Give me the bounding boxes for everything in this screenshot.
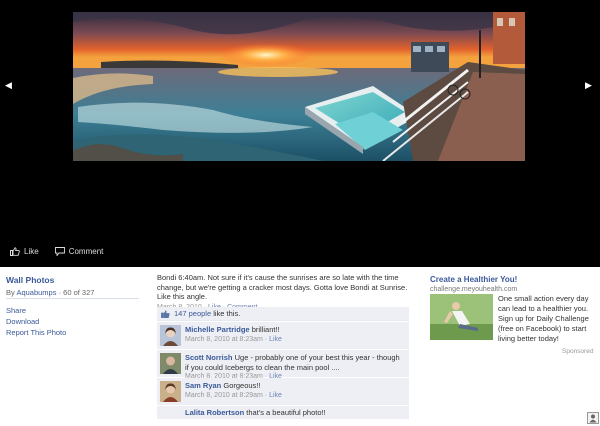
comment-label: Comment (68, 247, 104, 256)
share-link[interactable]: Share (6, 305, 66, 316)
photo-viewer: ◀ ▶ Like Comment (0, 0, 600, 267)
main-photo[interactable] (73, 12, 525, 161)
likes-count-link[interactable]: 147 people (174, 309, 211, 318)
separator: · (264, 335, 268, 343)
ad-image[interactable] (430, 294, 493, 340)
comment-list: Michelle Partridge brilliant!! March 8, … (157, 322, 409, 420)
photo-options: Share Download Report This Photo (6, 305, 66, 338)
thumbs-up-icon (161, 309, 170, 318)
chat-button[interactable] (587, 412, 599, 424)
person-icon (589, 414, 597, 423)
comment-date: March 8, 2010 at 8:29am (185, 391, 263, 399)
comment-text: Gorgeous!! (223, 381, 261, 390)
photo-position: · 60 of 327 (58, 288, 95, 297)
ad-url: challenge.meyouhealth.com (430, 286, 518, 293)
likes-summary: 147 people like this. (157, 307, 409, 321)
comment-item: Lalita Robertson that's a beautiful phot… (157, 406, 409, 420)
photo-caption: Bondi 6:40am. Not sure if it's cause the… (157, 273, 408, 301)
speech-bubble-icon (54, 247, 65, 256)
comment-button[interactable]: Comment (54, 247, 104, 256)
sponsored-label: Sponsored (562, 348, 594, 355)
comment-like-link[interactable]: Like (269, 336, 282, 343)
ad-text: One small action every day can lead to a… (498, 294, 589, 343)
avatar[interactable] (160, 381, 181, 402)
comment-date: March 8, 2010 at 8:23am (185, 335, 263, 343)
comment-item: Michelle Partridge brilliant!! March 8, … (157, 322, 409, 350)
owner-link[interactable]: Aquabumps (16, 288, 56, 297)
sponsored-ad: Create a Healthier You! challenge.meyouh… (430, 275, 595, 343)
comment-item: Scott Norrish Uge - probably one of your… (157, 350, 409, 380)
divider (6, 298, 139, 299)
comment-author[interactable]: Sam Ryan (185, 381, 221, 390)
comment-text: brilliant!! (251, 325, 280, 334)
chevron-right-icon[interactable]: ▶ (585, 80, 592, 91)
photo-actions: Like Comment (10, 247, 103, 256)
comment-item: Sam Ryan Gorgeous!! March 8, 2010 at 8:2… (157, 378, 409, 406)
like-label: Like (24, 247, 39, 256)
chevron-left-icon[interactable]: ◀ (5, 80, 12, 91)
album-meta: By Aquabumps · 60 of 327 (6, 288, 141, 297)
album-title[interactable]: Wall Photos (6, 275, 141, 285)
separator: · (264, 391, 268, 399)
download-link[interactable]: Download (6, 316, 66, 327)
comment-author[interactable]: Scott Norrish (185, 353, 233, 362)
comment-author[interactable]: Lalita Robertson (185, 408, 244, 417)
comment-text: that's a beautiful photo!! (246, 408, 326, 417)
likes-suffix: like this. (213, 309, 241, 318)
ad-title[interactable]: Create a Healthier You! (430, 275, 595, 284)
avatar[interactable] (160, 353, 181, 374)
report-photo-link[interactable]: Report This Photo (6, 327, 66, 338)
thumbs-up-icon (10, 247, 20, 256)
like-button[interactable]: Like (10, 247, 39, 256)
comment-like-link[interactable]: Like (269, 392, 282, 399)
avatar[interactable] (160, 325, 181, 346)
album-info: Wall Photos By Aquabumps · 60 of 327 (6, 275, 141, 297)
photo-post: Bondi 6:40am. Not sure if it's cause the… (157, 273, 409, 311)
comment-author[interactable]: Michelle Partridge (185, 325, 250, 334)
by-prefix: By (6, 288, 15, 297)
